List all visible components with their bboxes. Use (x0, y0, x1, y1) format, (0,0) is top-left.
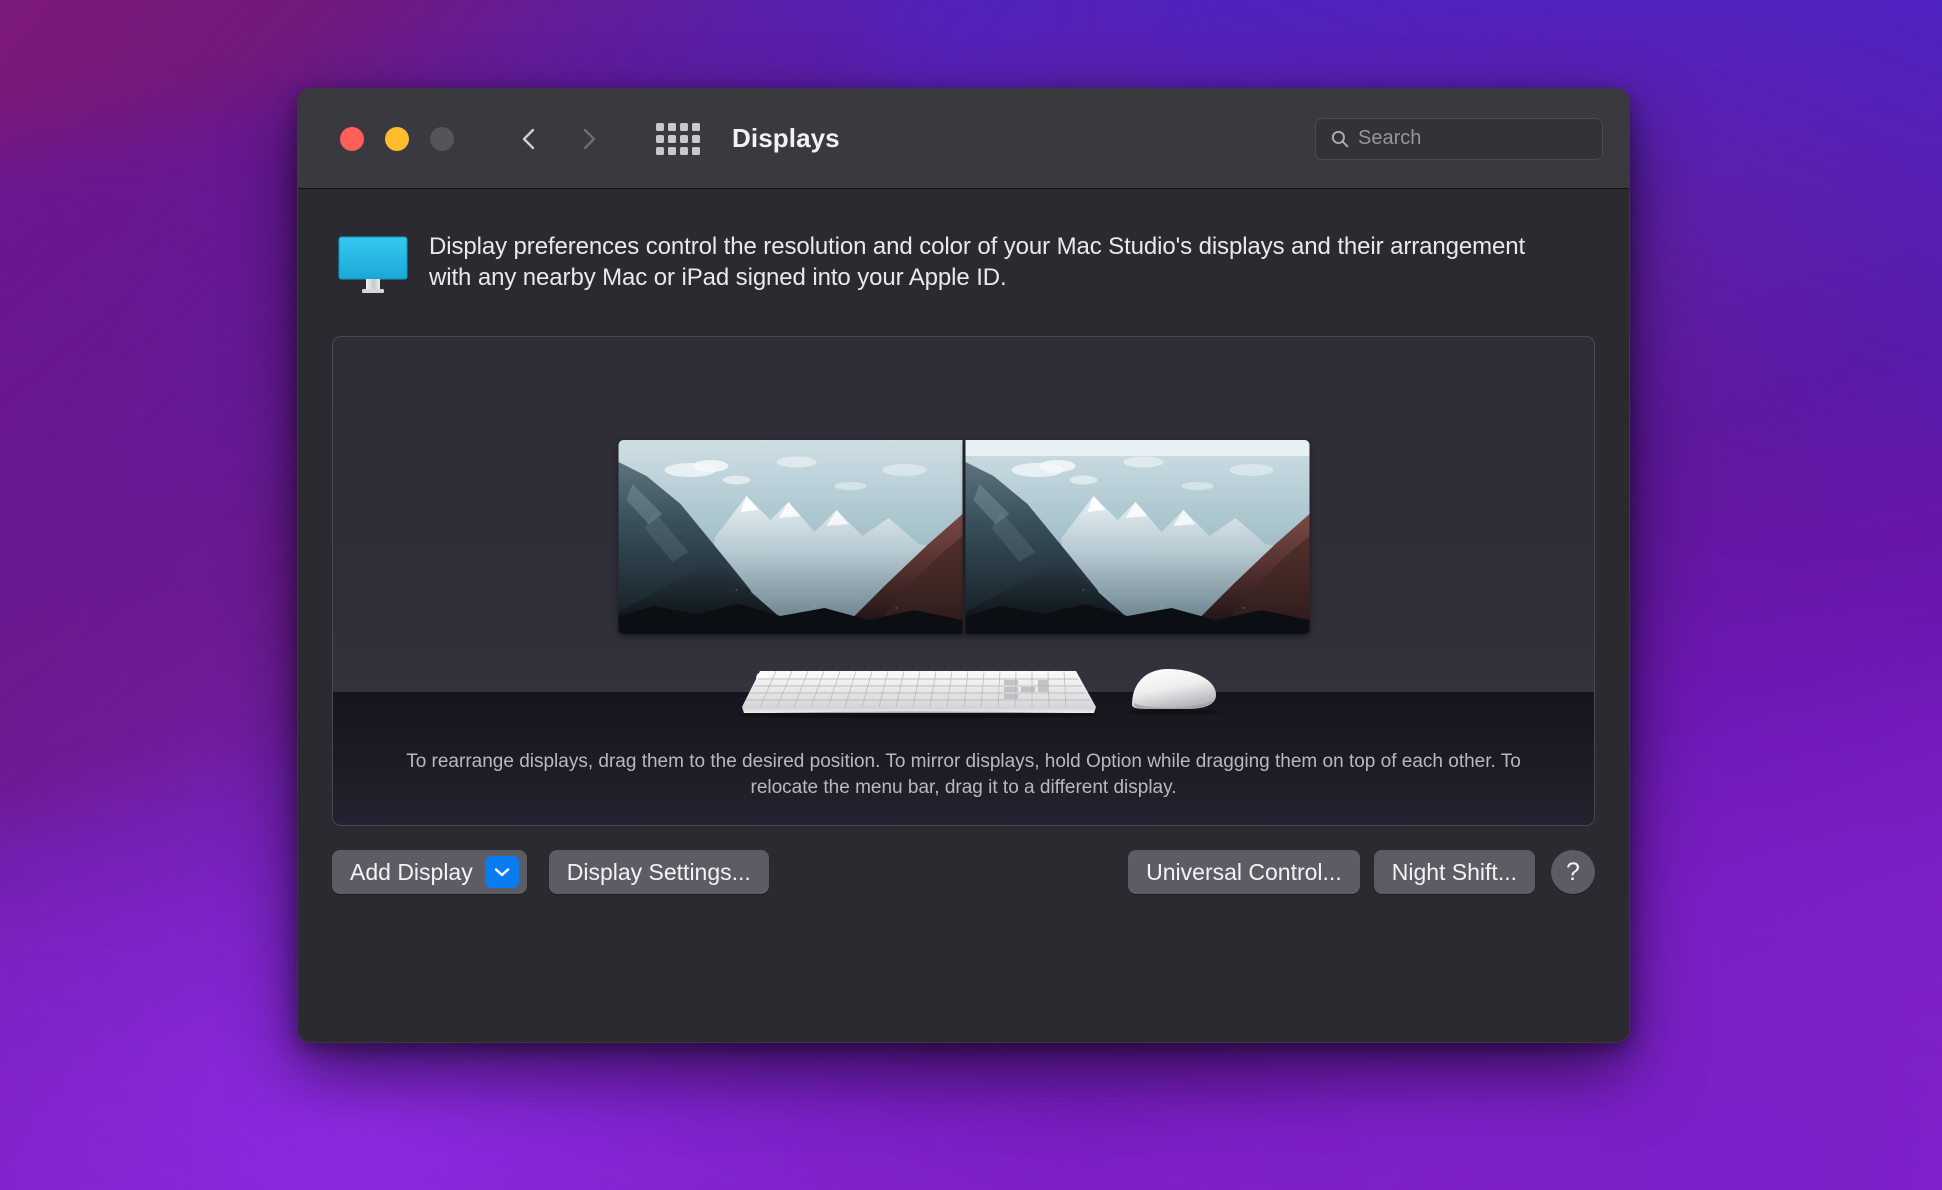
bottom-button-bar: Add Display Display Settings... Universa… (332, 849, 1595, 895)
universal-control-button[interactable]: Universal Control... (1128, 850, 1360, 894)
back-arrow-icon[interactable] (516, 126, 542, 152)
system-preferences-window: Displays (297, 88, 1630, 1043)
night-shift-button[interactable]: Night Shift... (1374, 850, 1535, 894)
help-button[interactable]: ? (1551, 850, 1595, 894)
add-display-label: Add Display (350, 859, 473, 886)
intro-text: Display preferences control the resoluti… (429, 231, 1539, 293)
zoom-button-icon (430, 127, 454, 151)
add-display-button[interactable]: Add Display (332, 850, 527, 894)
search-icon (1330, 129, 1350, 149)
navigation-buttons (516, 126, 602, 152)
grid-icon[interactable] (656, 123, 700, 155)
chevron-down-icon[interactable] (485, 856, 519, 888)
page-title: Displays (732, 123, 840, 154)
display-settings-button[interactable]: Display Settings... (549, 850, 769, 894)
display-right[interactable] (965, 440, 1309, 634)
minimize-button-icon[interactable] (385, 127, 409, 151)
magic-mouse (1128, 669, 1220, 715)
magic-keyboard (739, 671, 1099, 719)
peripherals-illustration (704, 655, 1224, 725)
intro-banner: Display preferences control the resoluti… (332, 189, 1595, 300)
search-field[interactable] (1315, 118, 1603, 160)
window-titlebar: Displays (298, 89, 1629, 189)
desktop-wallpaper: Displays (0, 0, 1942, 1190)
search-input[interactable] (1358, 127, 1623, 150)
arrangement-hint-text: To rearrange displays, drag them to the … (333, 749, 1594, 801)
traffic-light-group (340, 127, 454, 151)
forward-arrow-icon (576, 126, 602, 152)
menu-bar-strip[interactable] (965, 440, 1309, 456)
close-button-icon[interactable] (340, 127, 364, 151)
display-arrangement-panel[interactable]: To rearrange displays, drag them to the … (332, 336, 1595, 826)
display-icon (337, 231, 409, 300)
display-left[interactable] (618, 440, 962, 634)
display-arrangement-group (618, 440, 1309, 634)
window-content: Display preferences control the resoluti… (298, 189, 1629, 1043)
